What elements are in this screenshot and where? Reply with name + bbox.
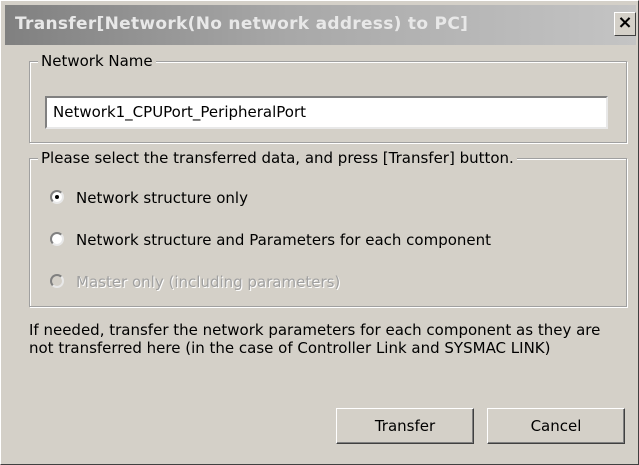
dialog-title: Transfer[Network(No network address) to … — [15, 14, 469, 34]
radio-button-disabled — [50, 274, 64, 288]
radio-label: Network structure and Parameters for eac… — [76, 231, 492, 249]
transfer-data-legend: Please select the transferred data, and … — [38, 149, 517, 167]
title-bar[interactable]: Transfer[Network(No network address) to … — [5, 5, 636, 45]
network-name-legend: Network Name — [38, 52, 156, 70]
transfer-dialog: Transfer[Network(No network address) to … — [0, 0, 639, 465]
radio-label: Master only (including parameters) — [76, 273, 341, 291]
radio-button[interactable] — [50, 232, 64, 246]
cancel-button[interactable]: Cancel — [487, 408, 625, 444]
info-note: If needed, transfer the network paramete… — [29, 321, 601, 357]
network-name-field[interactable]: Network1_CPUPort_PeripheralPort — [45, 96, 608, 129]
radio-button-checked[interactable] — [50, 190, 64, 204]
transfer-data-group: Please select the transferred data, and … — [29, 149, 627, 307]
transfer-button[interactable]: Transfer — [336, 408, 474, 444]
close-button[interactable]: × — [614, 12, 636, 36]
network-name-group: Network Name Network1_CPUPort_Peripheral… — [29, 52, 627, 143]
radio-label: Network structure only — [76, 189, 248, 207]
